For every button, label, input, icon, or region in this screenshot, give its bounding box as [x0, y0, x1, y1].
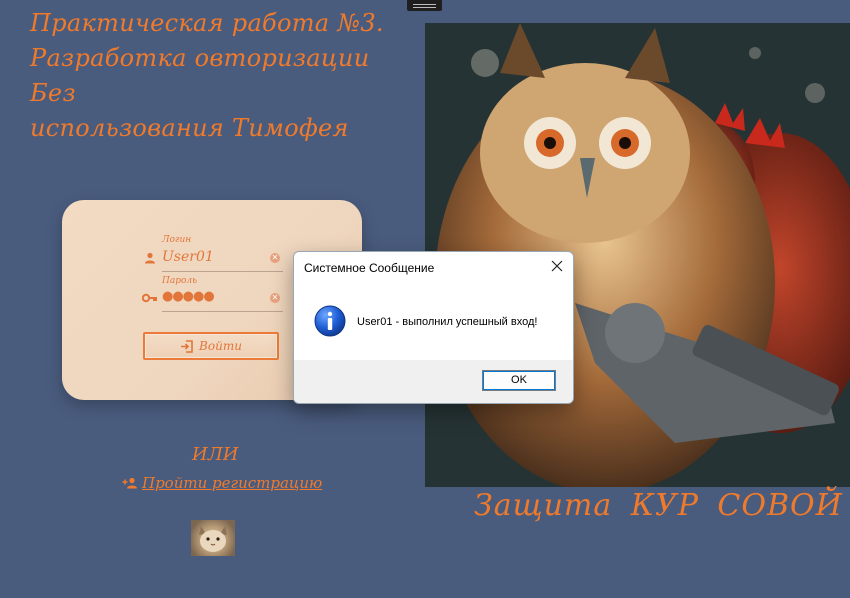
register-link-label: Пройти регистрацию	[142, 474, 323, 492]
dialog-message: User01 - выполнил успешный вход!	[357, 316, 538, 328]
ok-button[interactable]: OK	[482, 370, 556, 391]
info-icon	[314, 305, 346, 337]
close-icon[interactable]	[549, 258, 565, 274]
login-underline	[162, 271, 283, 272]
login-button[interactable]: Войти	[143, 332, 279, 360]
clear-password-icon[interactable]: ✕	[270, 293, 280, 303]
login-input[interactable]: User01	[162, 249, 214, 265]
register-link[interactable]: Пройти регистрацию	[122, 474, 322, 492]
title-line-3: использования Тимофея	[30, 114, 349, 142]
sign-in-icon	[181, 339, 193, 353]
login-label: Логин	[162, 235, 192, 245]
key-icon	[142, 293, 157, 303]
password-underline	[162, 311, 283, 312]
clear-login-icon[interactable]: ✕	[270, 253, 280, 263]
message-dialog: Системное Сообщение User01 - выполнил ус…	[293, 251, 574, 404]
dialog-body: User01 - выполнил успешный вход!	[294, 283, 573, 360]
poster-caption: Защита КУР СОВОЙ	[474, 488, 843, 523]
window-drag-handle[interactable]	[407, 0, 442, 11]
title-line-1: Практическая работа №3.	[30, 9, 384, 37]
title-line-2: Разработка овторизации Без	[30, 44, 370, 107]
page-title: Практическая работа №3. Разработка овтор…	[30, 6, 410, 146]
dialog-title: Системное Сообщение	[304, 261, 435, 275]
add-user-icon	[122, 477, 137, 489]
or-label: ИЛИ	[192, 444, 239, 465]
user-icon	[145, 252, 155, 264]
password-label: Пароль	[162, 276, 198, 286]
login-button-label: Войти	[199, 339, 242, 353]
password-input[interactable]: ●●●●●	[162, 289, 215, 304]
cat-image	[191, 520, 235, 556]
dialog-footer: OK	[294, 360, 573, 403]
